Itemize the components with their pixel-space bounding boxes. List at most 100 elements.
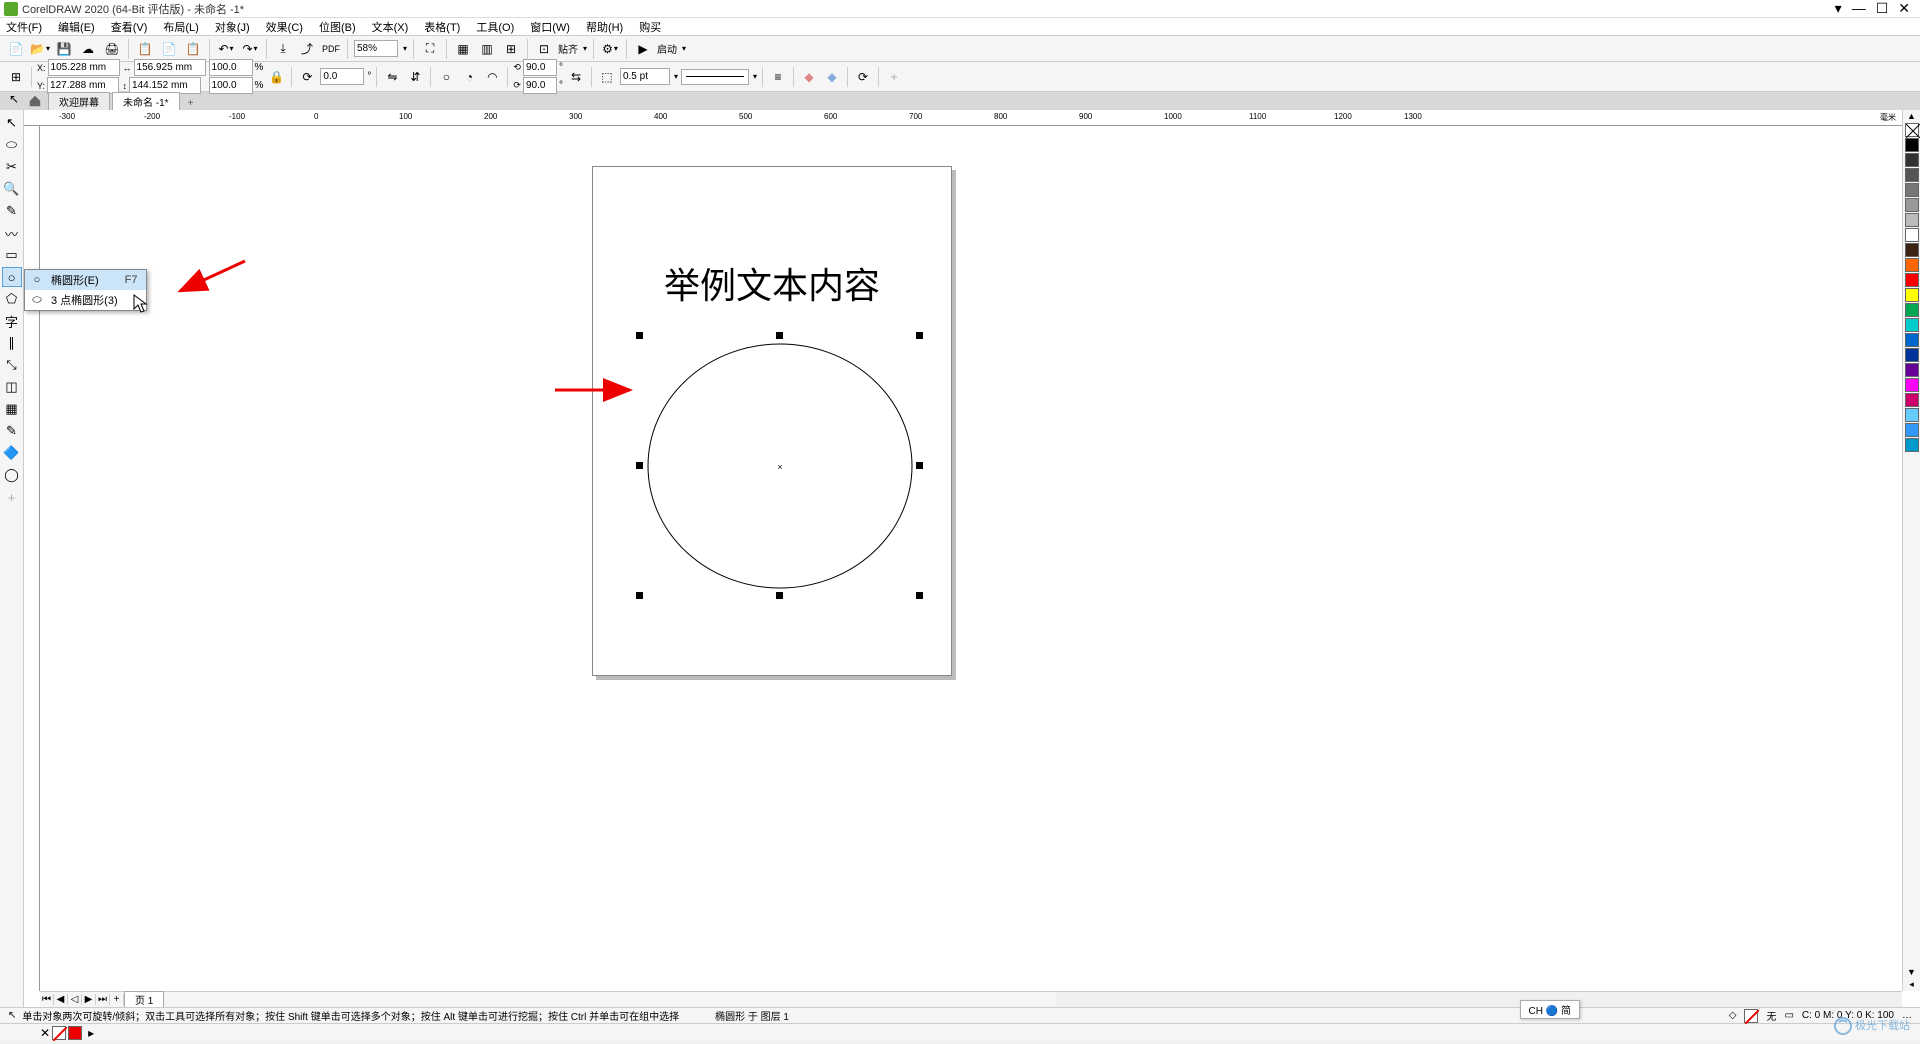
close-icon[interactable]: ✕ xyxy=(1898,0,1910,17)
add-icon[interactable]: + xyxy=(884,67,904,87)
palette-down-icon[interactable]: ▼ xyxy=(1903,966,1920,978)
menu-tools[interactable]: 工具(O) xyxy=(476,19,514,35)
swap-icon[interactable]: ⇆ xyxy=(566,67,586,87)
swatch[interactable] xyxy=(1905,423,1919,437)
freehand-tool[interactable]: ✎ xyxy=(2,201,22,221)
first-page-icon[interactable]: ⏮ xyxy=(40,994,54,1005)
snap-icon[interactable]: ⊞ xyxy=(501,39,521,59)
transparency-tool[interactable]: ▦ xyxy=(2,399,22,419)
swatch[interactable] xyxy=(1905,213,1919,227)
outline-indicator-icon[interactable]: ▭ xyxy=(1784,1010,1793,1021)
handle-n[interactable] xyxy=(776,332,783,339)
save-icon[interactable]: 💾 xyxy=(54,39,74,59)
ang1-input[interactable] xyxy=(523,59,557,76)
redo-icon[interactable]: ↷▾ xyxy=(240,39,260,59)
swatch[interactable] xyxy=(1905,138,1919,152)
launch-icon[interactable]: ▶ xyxy=(633,39,653,59)
gear-icon[interactable]: ⚙▾ xyxy=(600,39,620,59)
menu-window[interactable]: 窗口(W) xyxy=(530,19,570,35)
swatch[interactable] xyxy=(1905,318,1919,332)
undo-icon[interactable]: ↶▾ xyxy=(216,39,236,59)
swatch[interactable] xyxy=(1905,183,1919,197)
next-page-icon[interactable]: ▶ xyxy=(82,994,96,1005)
options-icon[interactable]: ⊡ xyxy=(534,39,554,59)
plus-tool[interactable]: + xyxy=(2,487,22,507)
zoom-tool[interactable]: 🔍 xyxy=(2,179,22,199)
tab-document[interactable]: 未命名 -1* xyxy=(112,92,180,110)
home-icon[interactable] xyxy=(28,94,42,108)
ellipse-object[interactable]: × xyxy=(640,336,920,596)
import-icon[interactable]: ⤓ xyxy=(273,39,293,59)
flyout-3pt-ellipse[interactable]: ⬭ 3 点椭圆形(3) xyxy=(25,290,146,310)
tab-welcome[interactable]: 欢迎屏幕 xyxy=(48,92,110,110)
mirror-v-icon[interactable]: ⇵ xyxy=(405,67,425,87)
swatch[interactable] xyxy=(1905,228,1919,242)
handle-nw[interactable] xyxy=(636,332,643,339)
palette-more-icon[interactable]: ▸ xyxy=(88,1026,94,1040)
open-icon[interactable]: 📂▾ xyxy=(30,39,50,59)
no-color-swatch[interactable] xyxy=(1905,123,1919,137)
artistic-tool[interactable]: 〰 xyxy=(2,223,22,243)
arc-mode-icon[interactable]: ◠ xyxy=(482,67,502,87)
menu-effects[interactable]: 效果(C) xyxy=(266,19,303,35)
ang2-input[interactable] xyxy=(523,77,557,94)
no-fill-icon[interactable]: ✕ xyxy=(40,1026,50,1040)
copy-icon[interactable]: 📋 xyxy=(135,39,155,59)
add-page-icon[interactable]: + xyxy=(110,994,124,1005)
dropdown-icon[interactable]: ▾ xyxy=(1835,0,1842,17)
guides-icon[interactable]: ▥ xyxy=(477,39,497,59)
crop-tool[interactable]: ✂ xyxy=(2,157,22,177)
lock-ratio-icon[interactable]: 🔒 xyxy=(266,67,286,87)
menu-edit[interactable]: 编辑(E) xyxy=(58,19,95,35)
fill-tool[interactable]: 🔷 xyxy=(2,443,22,463)
swatch[interactable] xyxy=(1905,393,1919,407)
drop-shadow-tool[interactable]: ◫ xyxy=(2,377,22,397)
swatch[interactable] xyxy=(1905,438,1919,452)
presets-icon[interactable]: ⊞ xyxy=(6,67,26,87)
front-icon[interactable]: ◆ xyxy=(799,67,819,87)
menu-buy[interactable]: 购买 xyxy=(639,19,661,35)
menu-view[interactable]: 查看(V) xyxy=(111,19,148,35)
w-input[interactable] xyxy=(134,59,206,76)
eyedropper-tool[interactable]: ✎ xyxy=(2,421,22,441)
swatch[interactable] xyxy=(1905,333,1919,347)
print-icon[interactable]: 🖨 xyxy=(102,39,122,59)
fill-none-swatch[interactable] xyxy=(1744,1009,1758,1023)
swatch[interactable] xyxy=(1905,303,1919,317)
swatch[interactable] xyxy=(1905,258,1919,272)
fullscreen-icon[interactable]: ⛶ xyxy=(420,39,440,59)
swatch[interactable] xyxy=(1905,243,1919,257)
swatch[interactable] xyxy=(1905,408,1919,422)
handle-w[interactable] xyxy=(636,462,643,469)
mirror-h-icon[interactable]: ⇋ xyxy=(382,67,402,87)
swatch[interactable] xyxy=(1905,348,1919,362)
outline-width-icon[interactable]: ⬚ xyxy=(597,67,617,87)
last-page-icon[interactable]: ⏭ xyxy=(96,994,110,1005)
wrap-text-icon[interactable]: ≡ xyxy=(768,67,788,87)
menu-layout[interactable]: 布局(L) xyxy=(163,19,198,35)
doc-nofill-swatch[interactable] xyxy=(52,1026,66,1040)
swatch[interactable] xyxy=(1905,153,1919,167)
ime-badge[interactable]: CH 🔵 简 xyxy=(1520,1000,1580,1019)
connector-tool[interactable]: ⤡ xyxy=(2,355,22,375)
parallel-tool[interactable]: ∥ xyxy=(2,333,22,353)
swatch[interactable] xyxy=(1905,198,1919,212)
handle-s[interactable] xyxy=(776,592,783,599)
outline-tool[interactable]: ◯ xyxy=(2,465,22,485)
flyout-ellipse[interactable]: ○ 椭圆形(E) F7 xyxy=(25,270,146,290)
snap-label[interactable]: 贴齐 xyxy=(558,41,578,56)
tab-add[interactable]: + xyxy=(182,97,200,110)
swatch[interactable] xyxy=(1905,363,1919,377)
polygon-tool[interactable]: ⬠ xyxy=(2,289,22,309)
handle-e[interactable] xyxy=(916,462,923,469)
swatch[interactable] xyxy=(1905,168,1919,182)
menu-object[interactable]: 对象(J) xyxy=(215,19,250,35)
doc-red-swatch[interactable] xyxy=(68,1026,82,1040)
menu-text[interactable]: 文本(X) xyxy=(372,19,409,35)
paste-icon[interactable]: 📄 xyxy=(159,39,179,59)
canvas-viewport[interactable]: 举例文本内容 × xyxy=(40,126,1902,991)
text-tool[interactable]: 字 xyxy=(2,311,22,331)
sy-input[interactable] xyxy=(209,77,253,94)
back-icon[interactable]: ◆ xyxy=(822,67,842,87)
x-input[interactable] xyxy=(48,59,120,76)
